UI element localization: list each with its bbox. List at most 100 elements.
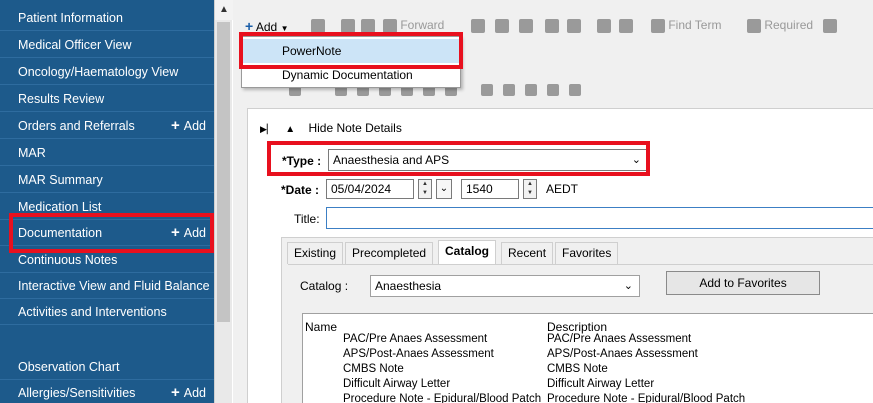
add-dropdown-menu: PowerNote Dynamic Documentation — [241, 36, 461, 88]
forward-icon — [383, 18, 397, 33]
sidebar-item-observation-chart[interactable]: Observation Chart — [0, 354, 214, 380]
date-label: *Date : — [281, 183, 320, 197]
add-menu-button[interactable]: + Add ▼ — [245, 16, 288, 36]
type-label: *Type : — [282, 154, 322, 168]
row-name: APS/Post-Anaes Assessment — [343, 348, 494, 360]
column-header-description[interactable]: Description — [547, 320, 607, 334]
sidebar-item-documentation[interactable]: Documentation + Add — [0, 220, 214, 246]
sidebar: Patient Information Medical Officer View… — [0, 0, 214, 403]
tool-icon[interactable] — [597, 18, 611, 33]
hide-note-details-toggle[interactable]: ▶▏ ▲ Hide Note Details — [260, 121, 402, 135]
date-spinner[interactable]: ▲ ▼ — [418, 179, 432, 199]
binoculars-icon — [651, 18, 665, 33]
menu-item-powernote[interactable]: PowerNote — [242, 39, 460, 63]
tool-icon[interactable] — [619, 18, 633, 33]
title-input[interactable] — [326, 207, 873, 229]
sidebar-item-label: Patient Information — [18, 11, 123, 25]
date-input[interactable]: 05/04/2024 — [326, 179, 414, 199]
sidebar-item-label: Allergies/Sensitivities — [18, 386, 136, 400]
tab-favorites[interactable]: Favorites — [555, 242, 619, 264]
required-button[interactable]: Required — [747, 18, 813, 33]
sidebar-item-orders-and-referrals[interactable]: Orders and Referrals + Add — [0, 113, 214, 139]
title-label: Title: — [294, 212, 320, 226]
plus-icon: + — [170, 117, 180, 134]
save-icon[interactable] — [341, 18, 355, 33]
sidebar-item-patient-information[interactable]: Patient Information — [0, 5, 214, 31]
sidebar-item-interactive-view[interactable]: Interactive View and Fluid Balance — [0, 273, 214, 299]
format-icon[interactable] — [525, 84, 537, 96]
orders-add-button[interactable]: + Add — [171, 113, 206, 139]
sidebar-scrollbar[interactable]: ▲ — [214, 0, 233, 403]
find-term-button[interactable]: Find Term — [651, 18, 721, 33]
menu-item-dynamic-documentation[interactable]: Dynamic Documentation — [242, 63, 460, 87]
toolbar: + Add ▼ Forward Find Term Required — [233, 14, 873, 38]
required-icon — [747, 18, 761, 33]
sidebar-item-label: Observation Chart — [18, 360, 120, 374]
sidebar-item-label: Documentation — [18, 226, 103, 240]
tool-icon[interactable] — [495, 18, 509, 33]
sidebar-item-medical-officer-view[interactable]: Medical Officer View — [0, 32, 214, 58]
template-tabs: Existing Precompleted Catalog Recent Fav… — [281, 237, 873, 403]
tab-precompleted[interactable]: Precompleted — [345, 242, 434, 264]
sidebar-item-label: Orders and Referrals — [18, 119, 135, 133]
row-description: Difficult Airway Letter — [547, 378, 655, 390]
sidebar-spacer — [0, 326, 214, 354]
edit-icon[interactable] — [361, 18, 375, 33]
tab-recent[interactable]: Recent — [501, 242, 554, 264]
sidebar-item-allergies-sensitivities[interactable]: Allergies/Sensitivities + Add — [0, 380, 214, 403]
row-description: PAC/Pre Anaes Assessment — [547, 333, 692, 345]
collapse-icon: ▶▏ — [260, 124, 274, 134]
format-icon[interactable] — [503, 84, 515, 96]
sign-icon[interactable] — [471, 18, 485, 33]
scroll-thumb[interactable] — [217, 22, 230, 322]
format-icon[interactable] — [481, 84, 493, 96]
catalog-list: Name Description PAC/Pre Anaes Assessmen… — [302, 313, 873, 403]
type-select[interactable]: Anaesthesia and APS ⌄ — [328, 149, 648, 171]
sidebar-item-mar-summary[interactable]: MAR Summary — [0, 167, 214, 193]
time-spinner[interactable]: ▲ ▼ — [523, 179, 537, 199]
row-name: PAC/Pre Anaes Assessment — [343, 333, 488, 345]
row-name: Difficult Airway Letter — [343, 378, 451, 390]
chevron-down-icon: ▼ — [280, 24, 289, 33]
sidebar-item-results-review[interactable]: Results Review — [0, 86, 214, 112]
row-description: CMBS Note — [547, 363, 608, 375]
sidebar-item-label: MAR Summary — [18, 173, 103, 187]
chevron-down-icon: ⌄ — [623, 280, 633, 292]
tool-icon[interactable] — [823, 18, 837, 33]
forward-button[interactable]: Forward — [383, 18, 444, 33]
time-input[interactable]: 1540 — [461, 179, 519, 199]
calendar-dropdown-icon[interactable]: ⌄ — [436, 179, 452, 199]
allergies-add-button[interactable]: + Add — [171, 380, 206, 403]
format-icon[interactable] — [547, 84, 559, 96]
document-icon[interactable] — [311, 18, 325, 33]
sidebar-item-medication-list[interactable]: Medication List — [0, 194, 214, 220]
sidebar-item-oncology-haematology-view[interactable]: Oncology/Haematology View — [0, 59, 214, 85]
format-icon[interactable] — [569, 84, 581, 96]
sidebar-item-label: Activities and Interventions — [18, 305, 167, 319]
sidebar-item-label: Interactive View and Fluid Balance — [18, 279, 210, 293]
sidebar-item-label: Medical Officer View — [18, 38, 132, 52]
tool-icon[interactable] — [567, 18, 581, 33]
column-header-name[interactable]: Name — [305, 320, 337, 334]
tool-icon[interactable] — [545, 18, 559, 33]
scroll-up-arrow-icon[interactable]: ▲ — [215, 0, 233, 20]
sidebar-item-label: Continuous Notes — [18, 253, 118, 267]
tab-catalog[interactable]: Catalog — [438, 240, 497, 265]
sidebar-item-label: Medication List — [18, 200, 102, 214]
sidebar-item-mar[interactable]: MAR — [0, 140, 214, 166]
row-description: Procedure Note - Epidural/Blood Patch — [547, 393, 746, 403]
catalog-pane: Catalog : Anaesthesia ⌄ Add to Favorites… — [288, 264, 873, 403]
plus-icon: + — [170, 224, 180, 241]
tool-icon[interactable] — [519, 18, 533, 33]
tab-existing[interactable]: Existing — [287, 242, 344, 264]
sidebar-item-label: Results Review — [18, 92, 105, 106]
catalog-select[interactable]: Anaesthesia ⌄ — [370, 275, 640, 297]
add-to-favorites-button[interactable]: Add to Favorites — [666, 271, 820, 295]
chevron-down-icon: ⌄ — [631, 154, 641, 166]
plus-icon: + — [245, 18, 254, 34]
main-panel: + Add ▼ Forward Find Term Required Power… — [233, 0, 873, 403]
documentation-add-button[interactable]: + Add — [171, 220, 206, 246]
sidebar-item-activities-and-interventions[interactable]: Activities and Interventions — [0, 299, 214, 325]
sidebar-item-continuous-notes[interactable]: Continuous Notes — [0, 247, 214, 273]
sidebar-item-label: MAR — [18, 146, 46, 160]
